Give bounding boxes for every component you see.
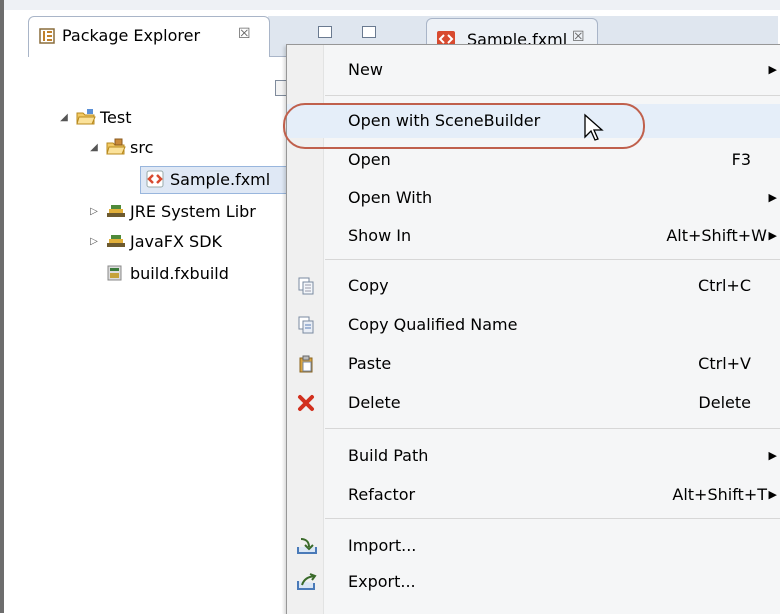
menu-item-label: Import...	[348, 536, 417, 555]
tree-item-src[interactable]: ◢ src	[88, 136, 153, 158]
menu-item-build-path[interactable]: Build Path ▶	[287, 439, 780, 473]
menu-item-shortcut: F3	[731, 150, 751, 169]
menu-item-open[interactable]: Open F3	[287, 143, 780, 177]
menu-item-label: Open With	[348, 188, 433, 207]
submenu-arrow-icon: ▶	[768, 449, 777, 462]
menu-item-label: New	[348, 60, 383, 79]
submenu-arrow-icon: ▶	[768, 63, 777, 76]
minimize-icon[interactable]	[318, 26, 332, 38]
tree-item-jre-system-library[interactable]: ▷ JRE System Libr	[88, 200, 256, 222]
menu-item-export[interactable]: Export...	[287, 565, 780, 599]
library-icon	[106, 202, 125, 220]
tree-item-label: Test	[100, 107, 132, 127]
menu-separator	[325, 518, 780, 519]
expanded-twisty-icon[interactable]: ◢	[58, 112, 70, 123]
close-icon[interactable]: ☒	[238, 26, 251, 42]
menu-item-label: Delete	[348, 393, 401, 412]
tree-item-label: Sample.fxml	[170, 169, 271, 189]
maximize-icon[interactable]	[362, 26, 376, 38]
menu-item-label: Open	[348, 150, 391, 169]
top-strip	[4, 0, 780, 10]
tree-item-label: JRE System Libr	[130, 201, 256, 221]
menu-item-label: Refactor	[348, 485, 416, 504]
menu-item-label: Copy	[348, 276, 389, 295]
menu-item-refactor[interactable]: Refactor Alt+Shift+T ▶	[287, 478, 780, 512]
menu-item-open-with-scenebuilder[interactable]: Open with SceneBuilder	[287, 104, 780, 138]
menu-separator	[325, 95, 780, 96]
menu-item-copy-qualified-name[interactable]: Copy Qualified Name	[287, 308, 780, 342]
submenu-arrow-icon: ▶	[768, 229, 777, 242]
submenu-arrow-icon: ▶	[768, 191, 777, 204]
menu-item-shortcut: Ctrl+V	[698, 354, 751, 373]
tree-item-build-fxbuild[interactable]: build.fxbuild	[106, 262, 229, 284]
menu-separator	[325, 428, 780, 429]
close-icon[interactable]: ☒	[572, 29, 585, 45]
tree-item-test[interactable]: ◢ Test	[58, 106, 132, 128]
collapsed-twisty-icon[interactable]: ▷	[88, 236, 100, 247]
tab-package-explorer[interactable]: Package Explorer ☒	[28, 16, 270, 57]
menu-item-open-with[interactable]: Open With ▶	[287, 181, 780, 215]
menu-item-label: Show In	[348, 226, 412, 245]
mouse-pointer-icon	[583, 113, 605, 147]
menu-item-label: Paste	[348, 354, 392, 373]
tree-item-javafx-sdk[interactable]: ▷ JavaFX SDK	[88, 230, 222, 252]
menu-item-shortcut: Ctrl+C	[697, 276, 751, 295]
copy-qualified-name-icon	[297, 316, 315, 334]
submenu-arrow-icon: ▶	[768, 488, 777, 501]
build-file-icon	[106, 264, 124, 282]
package-folder-icon	[106, 138, 126, 156]
context-menu: New ▶ Open with SceneBuilder Open F3 Ope…	[286, 44, 780, 614]
tree-item-label: JavaFX SDK	[130, 231, 223, 251]
menu-item-label: Export...	[348, 572, 416, 591]
menu-item-label: Open with SceneBuilder	[348, 111, 541, 130]
menu-item-shortcut: Alt+Shift+W	[666, 226, 767, 245]
left-border	[0, 0, 4, 613]
import-icon	[297, 537, 317, 555]
tab-package-explorer-label: Package Explorer	[62, 26, 201, 45]
delete-icon	[297, 394, 315, 412]
tree-item-label: src	[130, 137, 154, 157]
menu-item-label: Copy Qualified Name	[348, 315, 518, 334]
library-icon	[106, 232, 125, 250]
menu-item-copy[interactable]: Copy Ctrl+C	[287, 269, 780, 303]
project-folder-icon	[76, 108, 96, 126]
package-explorer-icon	[39, 28, 55, 44]
menu-item-delete[interactable]: Delete Delete	[287, 386, 780, 420]
fxml-file-icon	[146, 170, 164, 188]
expanded-twisty-icon[interactable]: ◢	[88, 142, 100, 153]
menu-item-import[interactable]: Import...	[287, 529, 780, 563]
menu-item-paste[interactable]: Paste Ctrl+V	[287, 347, 780, 381]
menu-item-shortcut: Alt+Shift+T	[672, 485, 767, 504]
tree-item-sample-fxml[interactable]: Sample.fxml	[146, 168, 270, 190]
paste-icon	[297, 355, 315, 373]
menu-item-show-in[interactable]: Show In Alt+Shift+W ▶	[287, 219, 780, 253]
menu-item-shortcut: Delete	[698, 393, 751, 412]
menu-item-label: Build Path	[348, 446, 429, 465]
menu-separator	[325, 259, 780, 260]
collapsed-twisty-icon[interactable]: ▷	[88, 206, 100, 217]
copy-icon	[297, 277, 315, 295]
tree-item-label: build.fxbuild	[130, 263, 229, 283]
export-icon	[297, 573, 317, 591]
menu-item-new[interactable]: New ▶	[287, 53, 780, 87]
